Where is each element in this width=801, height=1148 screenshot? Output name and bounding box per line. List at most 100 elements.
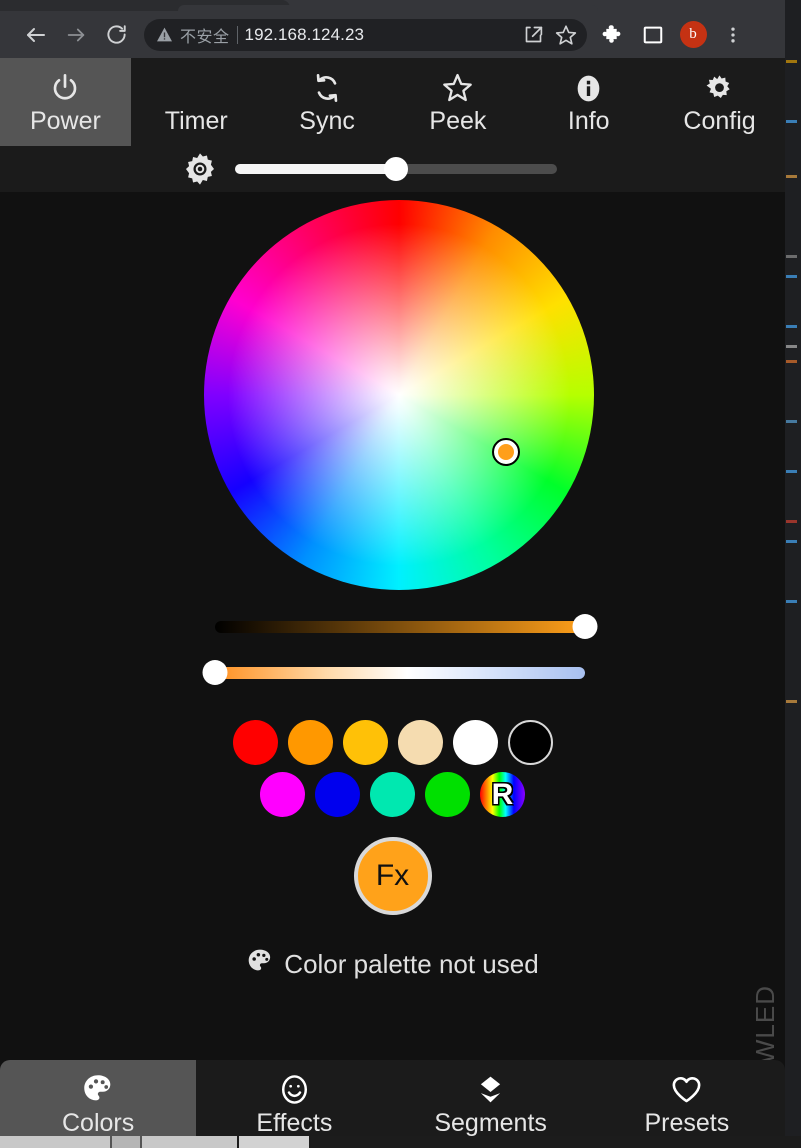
smiley-icon [278, 1071, 311, 1107]
security-status-label: 不安全 [180, 28, 230, 46]
palette-icon [246, 947, 274, 982]
color-temperature-slider-track [215, 667, 585, 679]
topnav-label: Peek [429, 106, 487, 135]
puzzle-piece-icon [602, 24, 621, 43]
power-icon [49, 70, 81, 104]
star-icon [555, 24, 577, 45]
share-icon [525, 26, 542, 43]
side-panel-button[interactable] [633, 15, 673, 55]
swatch-cream[interactable] [397, 720, 443, 765]
back-button[interactable] [16, 15, 56, 55]
tab-segments[interactable]: Segments [393, 1060, 589, 1148]
swatch-blue[interactable] [315, 772, 360, 817]
topnav-label: Timer [164, 106, 228, 135]
tab-colors[interactable]: Colors [0, 1060, 197, 1148]
swatch-row-1 [0, 720, 785, 765]
swatch-orange[interactable] [287, 720, 333, 765]
tab-label: Segments [434, 1109, 547, 1137]
layers-icon [474, 1071, 507, 1107]
value-slider-handle[interactable] [572, 614, 598, 639]
value-slider-track [215, 621, 585, 633]
topnav-item-config[interactable]: Config [654, 58, 785, 146]
fx-button-container: Fx [0, 837, 785, 915]
swatch-amber[interactable] [342, 720, 388, 765]
topnav-label: Power [29, 106, 101, 135]
topnav-item-timer[interactable]: Timer [131, 58, 262, 146]
background-window-sliver [785, 0, 801, 1148]
taskbar-item[interactable] [112, 1136, 140, 1148]
topnav-item-sync[interactable]: Sync [262, 58, 393, 146]
color-wheel-marker[interactable] [492, 438, 520, 466]
brightness-row [0, 146, 785, 192]
palette-status: Color palette not used [0, 947, 785, 982]
swatch-green[interactable] [425, 772, 470, 817]
color-temperature-slider[interactable] [202, 658, 585, 688]
swatch-random[interactable]: R [480, 772, 525, 817]
browser-menu-button[interactable] [713, 15, 753, 55]
profile-button[interactable]: b [673, 15, 713, 55]
wled-bottom-nav: Colors Effects Segments Presets [0, 1060, 785, 1148]
fx-button[interactable]: Fx [353, 837, 432, 915]
share-button[interactable] [520, 22, 546, 48]
address-bar-divider [236, 25, 238, 44]
swatch-row-2: R [0, 772, 785, 817]
avatar: b [679, 21, 707, 48]
swatch-magenta[interactable] [260, 772, 305, 817]
color-temperature-slider-handle[interactable] [202, 660, 228, 685]
wled-app: Power Timer Sync Peek Info Config R Fx C… [0, 58, 785, 1148]
swatch-red[interactable] [232, 720, 278, 765]
quick-color-swatches: R [0, 716, 785, 817]
color-wheel-container [0, 192, 785, 612]
topnav-item-peek[interactable]: Peek [392, 58, 523, 146]
three-dot-menu-icon [731, 27, 735, 42]
topnav-label: Config [683, 106, 756, 135]
moon-icon [180, 70, 212, 104]
url-text: 192.168.124.23 [244, 24, 365, 44]
topnav-item-power[interactable]: Power [0, 58, 131, 146]
sync-icon [311, 70, 343, 104]
topnav-item-info[interactable]: Info [523, 58, 654, 146]
brightness-sun-icon [182, 151, 218, 187]
forward-button[interactable] [56, 15, 96, 55]
gear-icon [704, 70, 735, 104]
topnav-label: Sync [299, 106, 355, 135]
swatch-black[interactable] [507, 720, 553, 765]
palette-icon [81, 1071, 115, 1107]
tab-label: Effects [256, 1109, 333, 1137]
color-wheel[interactable] [204, 200, 594, 590]
taskbar-item[interactable] [142, 1136, 237, 1148]
brightness-slider-handle[interactable] [384, 157, 408, 181]
reload-icon [106, 25, 126, 44]
browser-tab-strip[interactable] [0, 0, 785, 11]
heart-icon [670, 1071, 703, 1107]
info-icon [573, 70, 604, 104]
extensions-button[interactable] [593, 15, 633, 55]
forward-arrow-icon [67, 28, 85, 41]
os-taskbar [0, 1136, 801, 1148]
star-outline-icon [441, 70, 474, 104]
brightness-slider[interactable] [235, 154, 557, 184]
swatch-white[interactable] [452, 720, 498, 765]
taskbar-item[interactable] [239, 1136, 309, 1148]
palette-status-text: Color palette not used [284, 949, 539, 979]
back-arrow-icon [27, 27, 45, 42]
side-panel-icon [643, 26, 663, 43]
tab-presets[interactable]: Presets [589, 1060, 785, 1148]
tab-label: Presets [644, 1109, 730, 1137]
tab-label: Colors [62, 1109, 135, 1137]
tab-effects[interactable]: Effects [196, 1060, 392, 1148]
color-sliders [0, 612, 785, 716]
reload-button[interactable] [96, 15, 136, 55]
brightness-slider-fill [235, 164, 396, 174]
browser-toolbar: 不安全 192.168.124.23 b [0, 11, 785, 58]
wled-top-nav: Power Timer Sync Peek Info Config [0, 58, 785, 146]
address-bar[interactable]: 不安全 192.168.124.23 [144, 18, 587, 51]
screen: 不安全 192.168.124.23 b Power Timer Sync Pe… [0, 0, 801, 1148]
colors-panel: R Fx Color palette not used WLED [0, 192, 785, 1136]
bookmark-button[interactable] [553, 22, 579, 48]
topnav-label: Info [567, 106, 610, 135]
taskbar-item[interactable] [0, 1136, 110, 1148]
swatch-springgreen[interactable] [370, 772, 415, 817]
taskbar-rest [311, 1136, 801, 1148]
value-slider[interactable] [215, 612, 598, 642]
